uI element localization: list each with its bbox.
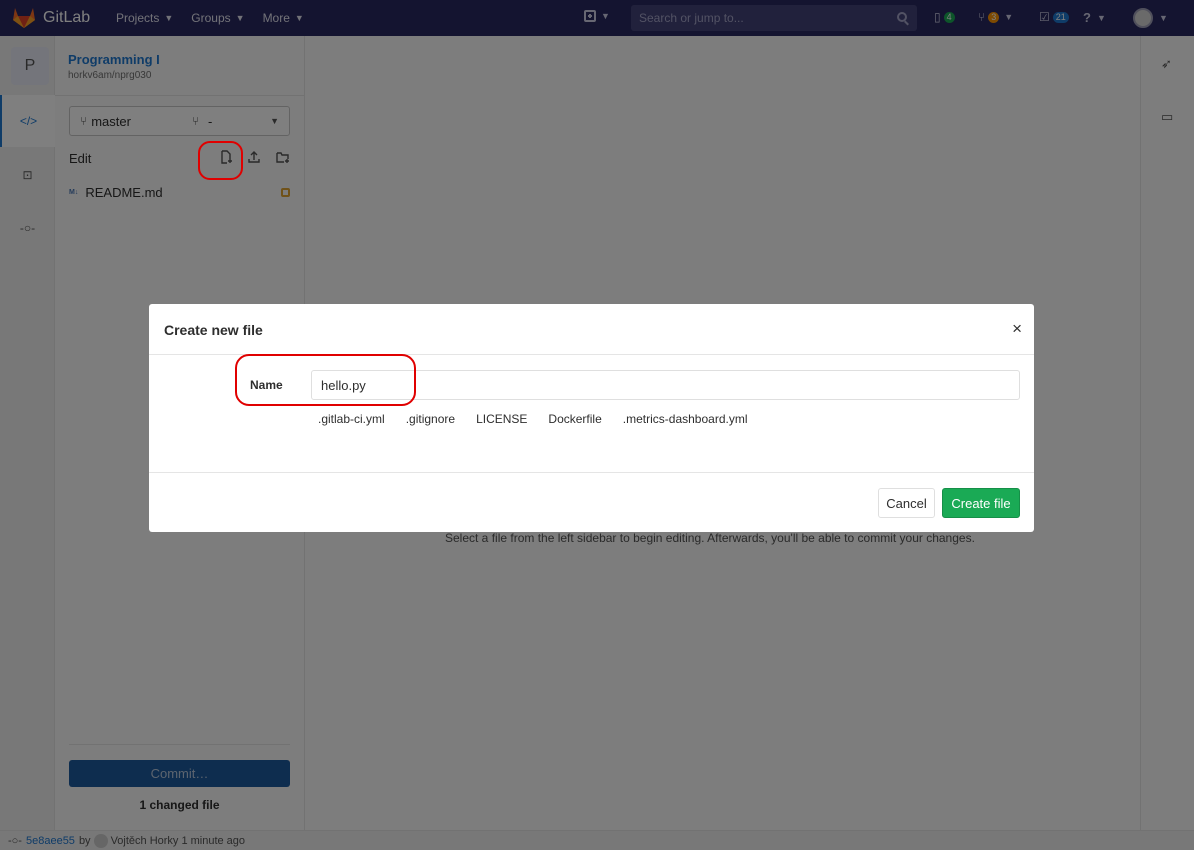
modal-header: Create new file × — [149, 304, 1034, 355]
cancel-button[interactable]: Cancel — [878, 488, 935, 518]
modal-title: Create new file — [164, 322, 263, 338]
create-file-modal: Create new file × Name hello.py .gitlab-… — [149, 304, 1034, 532]
template-license[interactable]: LICENSE — [469, 410, 534, 428]
template-gitignore[interactable]: .gitignore — [399, 410, 462, 428]
template-dockerfile[interactable]: Dockerfile — [541, 410, 608, 428]
close-icon[interactable]: × — [1012, 319, 1022, 339]
file-name-input[interactable]: hello.py — [311, 370, 1020, 400]
annotation-ring-name-field — [235, 354, 416, 406]
template-metrics-dashboard[interactable]: .metrics-dashboard.yml — [616, 410, 755, 428]
template-list: .gitlab-ci.yml .gitignore LICENSE Docker… — [311, 410, 762, 428]
template-gitlab-ci[interactable]: .gitlab-ci.yml — [311, 410, 392, 428]
create-file-button[interactable]: Create file — [942, 488, 1020, 518]
annotation-ring-new-file — [198, 141, 243, 180]
